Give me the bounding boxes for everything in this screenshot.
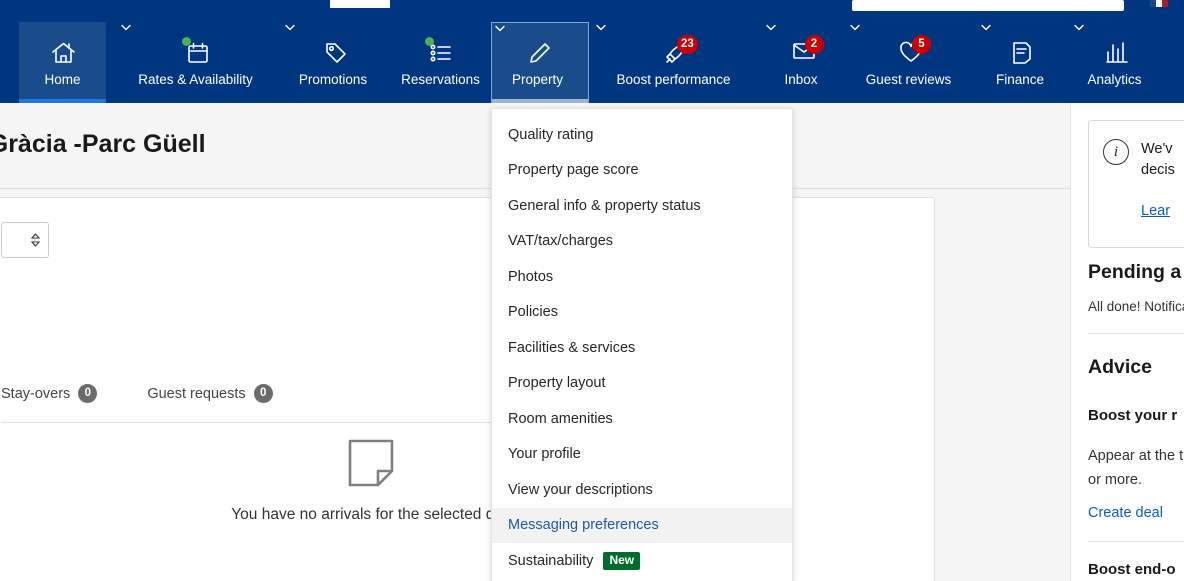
nav-item-promotions[interactable]: Promotions — [282, 22, 389, 103]
menu-item-label: General info & property status — [508, 198, 701, 214]
info-notice-line1: We'v — [1141, 139, 1175, 160]
menu-item-label: Property page score — [508, 162, 639, 178]
nav-item-label: Reservations — [401, 73, 480, 87]
menu-item-label: Policies — [508, 304, 558, 320]
info-notice-text: We'v decis — [1141, 139, 1175, 181]
notification-dot — [425, 37, 434, 46]
sidebar-divider-2 — [1088, 541, 1184, 542]
tag-icon — [321, 39, 351, 67]
menu-item-quality-rating[interactable]: Quality rating — [492, 117, 792, 153]
property-dropdown-menu: Quality rating Property page score General… — [491, 108, 793, 581]
stat-label: Guest requests — [147, 386, 245, 402]
menu-item-label: Quality rating — [508, 127, 593, 143]
nl-flag-icon[interactable] — [1150, 0, 1168, 7]
advice-heading: Advice — [1088, 356, 1152, 379]
nav-item-guest-reviews[interactable]: 5 Guest reviews — [847, 22, 975, 103]
notification-dot — [182, 37, 191, 46]
learn-more-link[interactable]: Lear — [1141, 203, 1170, 219]
nav-item-home[interactable]: Home — [19, 22, 106, 103]
pencil-icon — [525, 39, 555, 67]
pending-actions-heading: Pending a — [1088, 261, 1181, 284]
page-corner-icon — [347, 438, 395, 488]
nav-item-label: Rates & Availability — [138, 73, 258, 87]
nav-item-label: Analytics — [1087, 73, 1146, 87]
advice-item-0-body-line2: or more. — [1088, 472, 1142, 488]
menu-item-general-info-property-status[interactable]: General info & property status — [492, 188, 792, 224]
menu-item-room-amenities[interactable]: Room amenities — [492, 401, 792, 437]
menu-item-messaging-preferences[interactable]: Messaging preferences — [492, 508, 792, 544]
menu-item-label: Facilities & services — [508, 340, 635, 356]
menu-item-facilities-services[interactable]: Facilities & services — [492, 330, 792, 366]
nav-item-property[interactable]: Property — [491, 22, 589, 103]
notification-badge: 23 — [677, 35, 698, 54]
menu-item-vat-tax-charges[interactable]: VAT/tax/charges — [492, 224, 792, 260]
menu-item-label: View your descriptions — [508, 482, 653, 498]
stat-label: Stay-overs — [1, 386, 70, 402]
nav-item-label: Property — [512, 73, 568, 87]
nav-item-label: Inbox — [784, 73, 822, 87]
menu-item-label: VAT/tax/charges — [508, 233, 613, 249]
info-notice-line2: decis — [1141, 160, 1175, 181]
nav-item-rates-availability[interactable]: Rates & Availability — [118, 22, 278, 103]
advice-item-0-body-line1: Appear at the t — [1088, 448, 1183, 464]
menu-item-sustainability[interactable]: Sustainability New — [492, 543, 792, 579]
nav-item-label: Finance — [996, 73, 1049, 87]
document-icon — [1008, 39, 1038, 67]
stat-guest-requests: Guest requests 0 — [147, 384, 272, 403]
nav-item-label: Boost performance — [616, 73, 735, 87]
notification-badge: 5 — [912, 35, 931, 54]
nav-item-reservations[interactable]: Reservations — [393, 22, 488, 103]
arrivals-stats: Stay-overs 0 Guest requests 0 — [1, 384, 273, 403]
right-sidebar: i We'v decis Lear Pending a All done! No… — [1071, 103, 1184, 581]
menu-item-property-page-score[interactable]: Property page score — [492, 153, 792, 189]
menu-item-your-profile[interactable]: Your profile — [492, 437, 792, 473]
menu-item-photos[interactable]: Photos — [492, 259, 792, 295]
app-root: Home Rates & Availability Promotions Reserv… — [0, 0, 1184, 581]
advice-item-1-title: Boost end-o — [1088, 561, 1176, 578]
empty-state-text: You have no arrivals for the selected da… — [231, 506, 510, 524]
menu-item-view-your-descriptions[interactable]: View your descriptions — [492, 472, 792, 508]
envelope-icon: 2 — [789, 39, 819, 67]
list-icon — [426, 39, 456, 67]
menu-item-label: Sustainability — [508, 553, 593, 569]
create-deal-link[interactable]: Create deal — [1088, 505, 1163, 521]
info-circle-icon: i — [1103, 139, 1129, 165]
menu-item-label: Property layout — [508, 375, 606, 391]
nav-item-inbox[interactable]: 2 Inbox — [763, 22, 844, 103]
global-search-input[interactable] — [852, 0, 1124, 11]
top-utility-bar — [0, 0, 1184, 22]
menu-item-label: Room amenities — [508, 411, 613, 427]
menu-item-policies[interactable]: Policies — [492, 295, 792, 331]
day-select[interactable] — [1, 222, 49, 258]
notification-badge: 2 — [805, 35, 824, 54]
top-logo-placeholder — [330, 0, 390, 8]
nav-item-boost-performance[interactable]: 23 Boost performance — [593, 22, 759, 103]
nav-item-label: Guest reviews — [866, 73, 957, 87]
rocket-icon: 23 — [661, 39, 691, 67]
menu-item-label: Photos — [508, 269, 553, 285]
info-notice-box: i We'v decis Lear — [1088, 120, 1184, 248]
main-navigation: Home Rates & Availability Promotions Reserv… — [0, 22, 1184, 103]
calendar-icon — [183, 39, 213, 67]
menu-item-property-layout[interactable]: Property layout — [492, 366, 792, 402]
nav-item-finance[interactable]: Finance — [978, 22, 1067, 103]
page-title: Terrace -Gràcia -Parc Güell — [0, 130, 206, 159]
stat-count: 0 — [254, 384, 273, 403]
nav-item-label: Home — [44, 73, 80, 87]
nav-item-analytics[interactable]: Analytics — [1071, 22, 1163, 103]
bar-chart-icon — [1102, 39, 1132, 67]
advice-item-0-title: Boost your r — [1088, 407, 1177, 424]
arrivals-card: Stay-overs 0 Guest requests 0 You have no a… — [0, 197, 935, 581]
pending-actions-text: All done! Notifica — [1088, 299, 1184, 314]
nav-item-label: Promotions — [299, 73, 372, 87]
home-icon — [48, 39, 78, 67]
menu-item-label: Messaging preferences — [508, 517, 659, 533]
stat-stay-overs: Stay-overs 0 — [1, 384, 97, 403]
heart-icon: 5 — [896, 39, 926, 67]
menu-item-label: Your profile — [508, 446, 581, 462]
stat-count: 0 — [78, 384, 97, 403]
chevron-updown-icon — [30, 232, 41, 248]
new-badge: New — [603, 552, 640, 570]
sidebar-divider-1 — [1088, 333, 1184, 334]
